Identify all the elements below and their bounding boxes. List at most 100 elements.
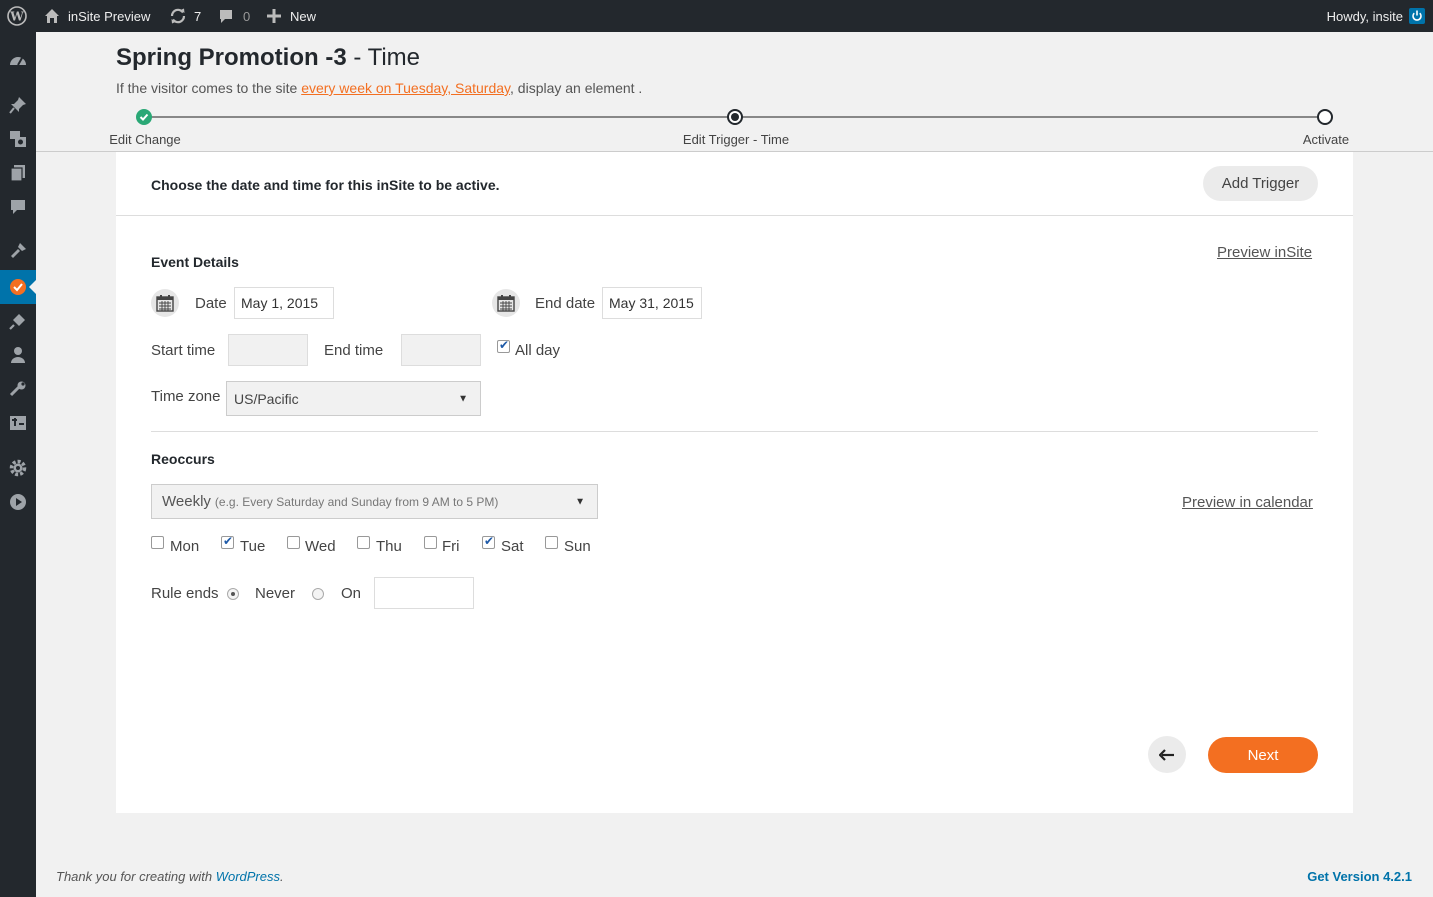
site-name: inSite Preview: [68, 8, 151, 24]
reoccurs-heading: Reoccurs: [151, 451, 215, 467]
step-label-edit-change[interactable]: Edit Change: [109, 132, 181, 147]
day-checkbox-tue[interactable]: [221, 534, 234, 549]
dashboard-icon: [10, 57, 26, 66]
step-dot-edit-trigger[interactable]: [727, 109, 743, 125]
all-day-label: All day: [515, 342, 561, 359]
calendar-icon: [156, 294, 174, 312]
day-checkbox-sat[interactable]: [482, 534, 495, 549]
promotion-name: Spring Promotion -3: [116, 44, 347, 71]
day-label-fri: Fri: [442, 538, 460, 555]
step-dot-edit-change[interactable]: [136, 109, 152, 125]
preview-insite-link[interactable]: Preview inSite: [1217, 244, 1312, 261]
date-input[interactable]: May 1, 2015: [234, 287, 334, 319]
end-time-input[interactable]: [401, 334, 481, 366]
day-label-sun: Sun: [564, 538, 591, 555]
wordpress-icon: W: [7, 6, 27, 26]
step-label-activate[interactable]: Activate: [1303, 132, 1349, 147]
comments-icon: [220, 10, 232, 23]
get-version-link[interactable]: Get Version 4.2.1: [1307, 869, 1412, 884]
progress-stepper: Edit Change Edit Trigger - Time Activate: [0, 100, 1433, 152]
power-icon[interactable]: [1409, 8, 1425, 24]
sidebar-item-settings[interactable]: [0, 406, 36, 440]
rule-end-date-input[interactable]: [374, 577, 474, 609]
section-divider: [151, 431, 1318, 432]
sidebar-item-plugins[interactable]: [0, 304, 36, 338]
wordpress-link[interactable]: WordPress: [216, 869, 280, 884]
day-label-thu: Thu: [376, 538, 402, 555]
step-dot-activate[interactable]: [1317, 109, 1333, 125]
add-trigger-button[interactable]: Add Trigger: [1203, 166, 1318, 201]
sidebar-item-appearance[interactable]: [0, 234, 36, 268]
settings-icon: [10, 416, 26, 430]
frequency-select[interactable]: Weekly (e.g. Every Saturday and Sunday f…: [151, 484, 598, 519]
dropdown-arrow-icon: ▼: [458, 393, 468, 404]
start-time-label: Start time: [151, 342, 216, 359]
day-label-mon: Mon: [170, 538, 200, 555]
end-date-label: End date: [535, 295, 596, 312]
rule-ends-on-radio[interactable]: [312, 588, 324, 600]
sidebar-item-dashboard[interactable]: [0, 44, 36, 78]
never-label: Never: [255, 585, 296, 602]
start-time-input[interactable]: [228, 334, 308, 366]
preview-calendar-link[interactable]: Preview in calendar: [1182, 494, 1313, 511]
play-icon: [10, 494, 26, 510]
step-label-edit-trigger[interactable]: Edit Trigger - Time: [683, 132, 789, 147]
sidebar-item-users[interactable]: [0, 338, 36, 372]
back-button[interactable]: [1148, 736, 1186, 773]
comments-link[interactable]: 0: [218, 0, 250, 32]
time-zone-select[interactable]: US/Pacific ▼: [226, 381, 481, 416]
day-checkbox-mon[interactable]: [151, 536, 164, 549]
new-label: New: [290, 8, 317, 24]
svg-text:W: W: [9, 10, 24, 24]
pages-icon: [10, 165, 25, 182]
wordpress-logo-button[interactable]: W: [7, 0, 27, 32]
comments-count: 0: [243, 8, 251, 24]
sidebar-item-pages[interactable]: [0, 156, 36, 190]
step-name: - Time: [346, 44, 421, 71]
date-label: Date: [195, 295, 227, 312]
updates-count: 7: [194, 8, 202, 24]
admin-sidebar: [0, 32, 36, 897]
plugins-icon: [9, 314, 25, 330]
comments-icon: [11, 200, 25, 214]
sidebar-item-play[interactable]: [0, 485, 36, 519]
sidebar-item-tools[interactable]: [0, 372, 36, 406]
day-checkbox-thu[interactable]: [357, 536, 370, 549]
day-checkbox-fri[interactable]: [424, 536, 437, 549]
trigger-summary: If the visitor comes to the site every w…: [116, 80, 642, 96]
end-date-calendar-button[interactable]: [492, 289, 520, 317]
summary-schedule-link[interactable]: every week on Tuesday, Saturday: [301, 80, 510, 96]
updates-link[interactable]: 7: [169, 0, 201, 32]
rule-ends-label: Rule ends: [151, 585, 219, 602]
day-checkbox-sun[interactable]: [545, 536, 558, 549]
calendar-icon: [497, 294, 515, 312]
frequency-value: Weekly: [162, 493, 211, 510]
sidebar-item-insite[interactable]: [0, 270, 36, 304]
day-label-wed: Wed: [305, 538, 336, 555]
new-content-link[interactable]: New: [267, 0, 316, 32]
time-zone-label: Time zone: [151, 388, 221, 405]
admin-bar: W inSite Preview 7 0 New Howdy, insite: [0, 0, 1433, 32]
appearance-icon: [11, 243, 26, 258]
home-icon: [45, 9, 59, 23]
frequency-hint: (e.g. Every Saturday and Sunday from 9 A…: [214, 494, 499, 509]
page-title: Spring Promotion -3 - Time: [116, 44, 420, 72]
insite-icon: [10, 279, 26, 295]
all-day-checkbox[interactable]: [497, 338, 510, 353]
footer-thanks: Thank you for creating with WordPress.: [56, 869, 284, 884]
check-icon: [139, 113, 149, 121]
trigger-panel: Choose the date and time for this inSite…: [116, 152, 1353, 813]
day-checkbox-wed[interactable]: [287, 536, 300, 549]
howdy-account-link[interactable]: Howdy, insite: [1327, 0, 1403, 32]
day-label-tue: Tue: [240, 538, 266, 555]
footer-thanks-end: .: [280, 869, 284, 884]
rule-ends-never-radio[interactable]: [227, 588, 239, 600]
time-zone-value: US/Pacific: [234, 390, 299, 407]
next-button[interactable]: Next: [1208, 737, 1318, 773]
arrow-left-icon: [1159, 748, 1174, 761]
sidebar-item-gear[interactable]: [0, 451, 36, 485]
date-calendar-button[interactable]: [151, 289, 179, 317]
sidebar-item-comments[interactable]: [0, 190, 36, 224]
end-date-input[interactable]: May 31, 2015: [602, 287, 702, 319]
site-name-link[interactable]: inSite Preview: [44, 0, 150, 32]
